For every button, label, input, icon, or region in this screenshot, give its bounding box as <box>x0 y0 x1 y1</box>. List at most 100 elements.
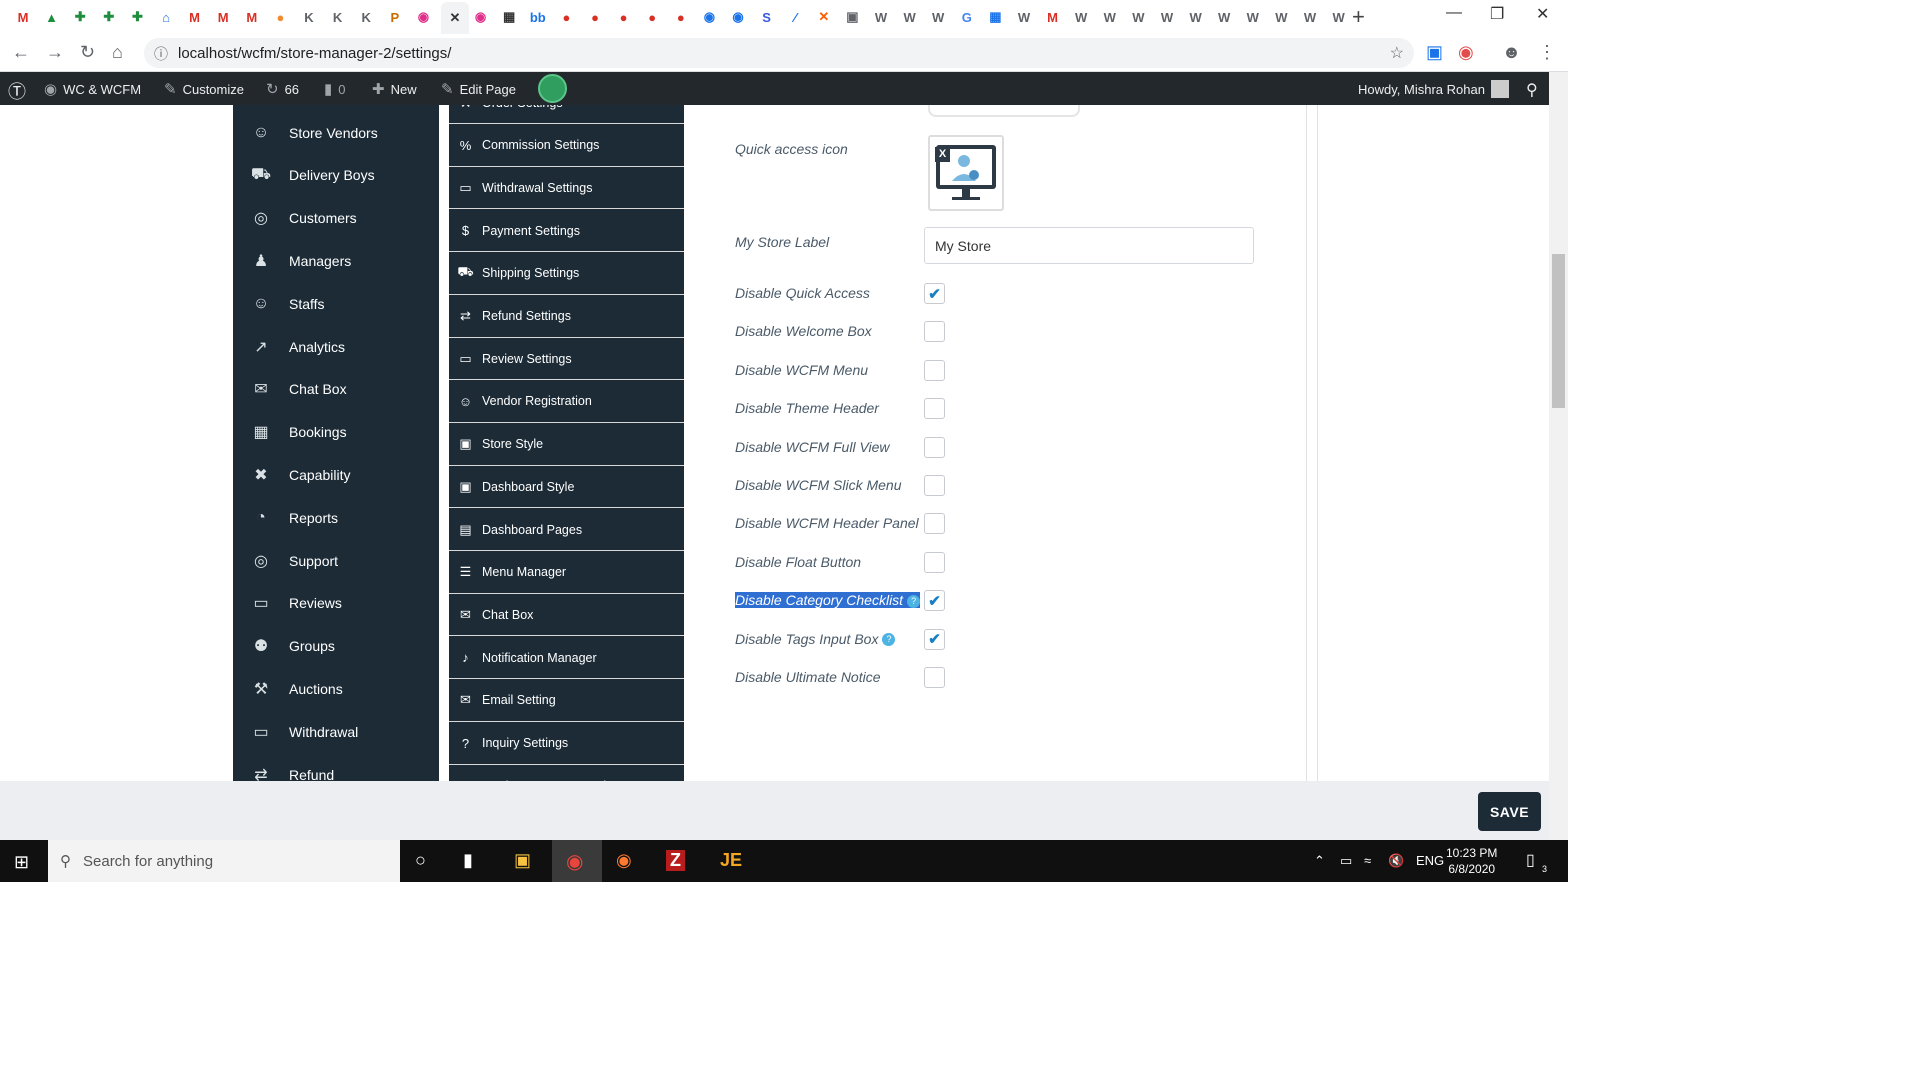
settings-menu-item[interactable]: ⇄ Refund Settings <box>449 296 684 338</box>
settings-menu-item[interactable]: ▭ Review Settings <box>449 338 684 381</box>
browser-tab[interactable]: S <box>756 6 778 28</box>
new-content-link[interactable]: ✚ New <box>372 80 417 98</box>
browser-tab[interactable]: ● <box>555 6 577 28</box>
left-menu-item[interactable]: ↗ Analytics <box>233 325 439 368</box>
save-button[interactable]: SAVE <box>1478 792 1541 831</box>
volume-muted-icon[interactable]: 🔇 <box>1388 853 1404 869</box>
forward-icon[interactable]: → <box>46 42 64 63</box>
left-menu-item[interactable]: ◔ Reports <box>233 496 439 539</box>
browser-tab[interactable]: ◉ <box>412 6 434 28</box>
settings-menu-item[interactable]: $ Payment Settings <box>449 210 684 253</box>
notifications-icon[interactable]: ▯ <box>1526 850 1535 870</box>
browser-tab[interactable]: M <box>184 6 206 28</box>
file-explorer-icon[interactable]: ▣ <box>514 850 531 871</box>
scrollbar-thumb[interactable] <box>1552 254 1565 408</box>
browser-tab[interactable]: ● <box>670 6 692 28</box>
minimize-icon[interactable]: — <box>1446 4 1462 22</box>
browser-tab[interactable]: W <box>1185 6 1207 28</box>
setting-checkbox[interactable]: ✔ <box>924 628 945 650</box>
browser-tab[interactable]: M <box>1042 6 1064 28</box>
left-menu-item[interactable]: ▭ Reviews <box>233 582 439 625</box>
home-icon[interactable]: ⌂ <box>112 42 123 63</box>
wcfm-store-icon[interactable] <box>538 74 567 103</box>
left-menu-item[interactable]: ✖ Capability <box>233 453 439 496</box>
setting-checkbox[interactable] <box>924 436 945 458</box>
extension-icon[interactable]: ◉ <box>1458 42 1474 63</box>
browser-tab[interactable]: K <box>327 6 349 28</box>
browser-tab[interactable]: K <box>355 6 377 28</box>
cortana-icon[interactable]: ○ <box>415 850 426 871</box>
edit-page-link[interactable]: ✎ Edit Page <box>441 80 516 98</box>
jetbrains-icon[interactable]: JE <box>720 850 742 871</box>
browser-tab[interactable]: K <box>298 6 320 28</box>
settings-menu-item[interactable]: ✉ Chat Box <box>449 594 684 637</box>
browser-tab[interactable]: ● <box>641 6 663 28</box>
wordpress-logo-icon[interactable]: Ⓣ <box>8 78 26 104</box>
left-menu-item[interactable]: ◎ Customers <box>233 197 439 240</box>
cast-icon[interactable]: ▣ <box>1426 42 1443 63</box>
browser-tab[interactable]: ✚ <box>69 6 91 28</box>
back-icon[interactable]: ← <box>12 42 30 63</box>
settings-menu-item[interactable]: ▣ Dashboard Style <box>449 466 684 509</box>
remove-icon-button[interactable]: X <box>935 147 950 162</box>
wifi-icon[interactable]: ≈ <box>1364 853 1371 868</box>
settings-menu-item[interactable]: ▤ Dashboard Pages <box>449 509 684 551</box>
left-menu-item[interactable]: ♟ Managers <box>233 239 439 282</box>
setting-checkbox[interactable] <box>924 475 945 496</box>
customize-link[interactable]: ✎ Customize <box>164 80 244 98</box>
browser-tab[interactable]: ● <box>584 6 606 28</box>
browser-tab[interactable]: bb <box>527 6 549 28</box>
help-icon[interactable]: ? <box>907 594 921 608</box>
settings-menu-item[interactable]: ⚒Order Settings <box>449 105 684 124</box>
site-name-link[interactable]: ◉ WC & WCFM <box>44 80 141 98</box>
settings-menu-item[interactable]: ◆Product Type Categories <box>449 765 684 781</box>
browser-tab[interactable]: W <box>1070 6 1092 28</box>
setting-checkbox[interactable] <box>924 359 945 381</box>
taskbar-search[interactable]: ⚲ Search for anything <box>48 840 400 882</box>
page-scrollbar[interactable] <box>1549 72 1568 840</box>
browser-tab[interactable]: ⌂ <box>155 6 177 28</box>
help-icon[interactable]: ? <box>882 633 896 647</box>
settings-menu-item[interactable]: ♪ Notification Manager <box>449 637 684 680</box>
setting-checkbox[interactable] <box>924 321 945 343</box>
settings-menu-item[interactable]: ▭ Withdrawal Settings <box>449 167 684 210</box>
settings-menu-item[interactable]: ▣ Store Style <box>449 424 684 466</box>
browser-tab[interactable]: W <box>1013 6 1035 28</box>
setting-checkbox[interactable]: ✔ <box>924 283 945 304</box>
maximize-icon[interactable]: ❐ <box>1490 4 1504 24</box>
settings-menu-item[interactable]: ☰ Menu Manager <box>449 552 684 594</box>
setting-checkbox[interactable] <box>924 398 945 420</box>
browser-tab[interactable]: W <box>1328 6 1350 28</box>
browser-tab[interactable]: G <box>956 6 978 28</box>
setting-checkbox[interactable] <box>924 513 945 535</box>
browser-tab[interactable]: M <box>212 6 234 28</box>
left-menu-item[interactable]: ▭ Withdrawal <box>233 710 439 753</box>
browser-tab[interactable]: ✚ <box>126 6 148 28</box>
left-menu-item[interactable]: ✉ Chat Box <box>233 368 439 411</box>
browser-tab[interactable]: ✚ <box>98 6 120 28</box>
battery-icon[interactable]: ▭ <box>1340 853 1352 869</box>
browser-tab[interactable]: ◉ <box>727 6 749 28</box>
browser-tab[interactable]: W <box>1270 6 1292 28</box>
task-view-icon[interactable]: ▮ <box>463 850 473 871</box>
browser-tab[interactable]: ● <box>613 6 635 28</box>
left-menu-item[interactable]: ⛟ Delivery Boys <box>233 154 439 197</box>
settings-menu-item[interactable]: ✉ Email Setting <box>449 680 684 722</box>
left-menu-item[interactable]: ⚉ Groups <box>233 625 439 668</box>
browser-tab[interactable]: W <box>1213 6 1235 28</box>
browser-tab[interactable]: W <box>1299 6 1321 28</box>
browser-tab[interactable]: W <box>1127 6 1149 28</box>
browser-tab[interactable]: ▦ <box>498 6 520 28</box>
my-store-label-input[interactable] <box>924 227 1254 264</box>
setting-checkbox[interactable] <box>924 667 945 688</box>
reload-icon[interactable]: ↻ <box>80 42 95 63</box>
settings-menu-item[interactable]: ⛟ Shipping Settings <box>449 253 684 295</box>
info-icon[interactable]: ⓘ <box>154 44 168 64</box>
url-field[interactable]: ⓘ localhost/wcfm/store-manager-2/setting… <box>144 38 1414 68</box>
browser-tab[interactable]: W <box>1156 6 1178 28</box>
browser-tab[interactable]: ▦ <box>984 6 1006 28</box>
browser-tab[interactable]: ● <box>269 6 291 28</box>
browser-tab[interactable]: M <box>241 6 263 28</box>
chevron-up-icon[interactable]: ⌃ <box>1314 853 1325 869</box>
browser-tab[interactable]: M <box>12 6 34 28</box>
